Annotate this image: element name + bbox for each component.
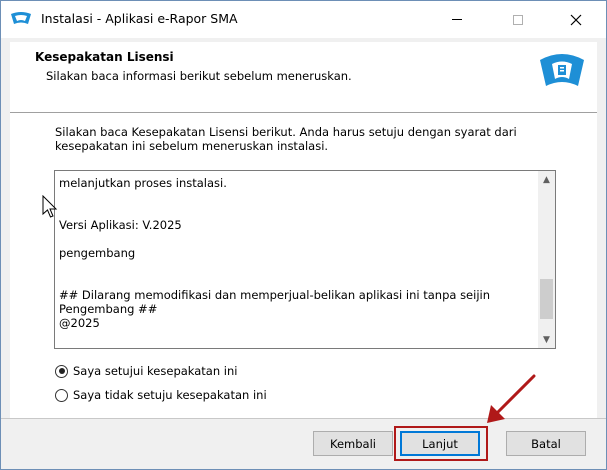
mouse-pointer-icon (42, 195, 58, 218)
scroll-up-button[interactable]: ▲ (538, 171, 555, 188)
license-line (59, 190, 531, 204)
license-line (59, 204, 531, 218)
header-panel: Kesepakatan Lisensi Silakan baca informa… (10, 42, 597, 112)
radio-decline-label: Saya tidak setuju kesepakatan ini (73, 388, 267, 402)
annotation-arrow-icon (487, 374, 536, 423)
maximize-icon (513, 14, 523, 25)
vertical-scrollbar[interactable]: ▲ ▼ (538, 171, 555, 348)
close-button[interactable] (553, 1, 599, 38)
page-title: Kesepakatan Lisensi (35, 50, 174, 64)
license-line: melanjutkan proses instalasi. (59, 176, 227, 190)
radio-button-unselected[interactable] (55, 388, 68, 402)
license-text: melanjutkan proses instalasi. Versi Apli… (59, 176, 531, 330)
page-subtitle: Silakan baca informasi berikut sebelum m… (46, 69, 352, 83)
close-icon (570, 14, 582, 25)
maximize-button[interactable] (495, 1, 541, 38)
license-text-area[interactable]: melanjutkan proses instalasi. Versi Apli… (54, 170, 556, 349)
license-line: pengembang (59, 246, 136, 260)
license-intro-text: Silakan baca Kesepakatan Lisensi berikut… (55, 125, 517, 153)
chevron-down-icon: ▼ (543, 334, 550, 345)
scrollbar-thumb[interactable] (540, 279, 553, 319)
license-line: @2025 (59, 316, 100, 330)
window-title: Instalasi - Aplikasi e-Rapor SMA (41, 11, 238, 26)
highlight-box (394, 426, 488, 461)
chevron-up-icon: ▲ (543, 174, 550, 185)
scroll-down-button[interactable]: ▼ (538, 331, 555, 348)
back-button[interactable]: Kembali (313, 431, 393, 456)
radio-decline[interactable]: Saya tidak setuju kesepakatan ini (55, 388, 267, 402)
app-logo-icon (540, 54, 584, 86)
license-line (59, 260, 531, 274)
minimize-button[interactable] (434, 1, 480, 38)
license-line: Versi Aplikasi: V.2025 (59, 218, 182, 232)
radio-accept-label: Saya setujui kesepakatan ini (73, 364, 238, 378)
app-logo-icon (11, 12, 31, 24)
title-bar[interactable]: Instalasi - Aplikasi e-Rapor SMA (1, 1, 606, 38)
cancel-button[interactable]: Batal (506, 431, 586, 456)
license-line: ## Dilarang memodifikasi dan memperjual-… (59, 288, 494, 316)
minimize-icon (452, 19, 462, 20)
license-line (59, 232, 531, 246)
radio-button-selected[interactable] (55, 364, 68, 378)
radio-accept[interactable]: Saya setujui kesepakatan ini (55, 364, 237, 378)
license-line (59, 274, 531, 288)
